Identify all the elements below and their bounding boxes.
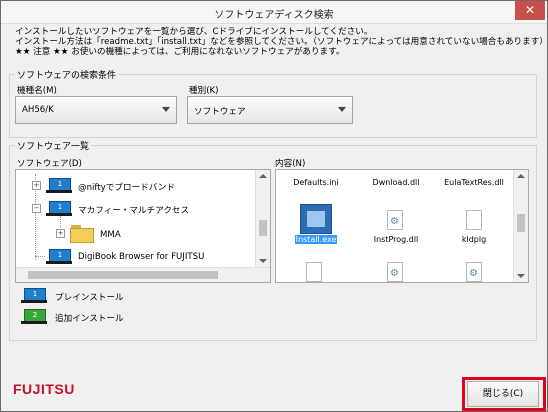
file-item[interactable]: EulaTextRes.dll bbox=[442, 178, 506, 187]
legend-preinstall: プレインストール bbox=[55, 293, 124, 303]
tree-item-label: @niftyでブロードバンド bbox=[78, 183, 175, 193]
search-condition-label: ソフトウェアの検索条件 bbox=[15, 68, 119, 81]
addinstall-laptop-icon: 2 bbox=[21, 309, 47, 325]
folder-icon bbox=[70, 225, 94, 243]
chevron-down-icon bbox=[162, 107, 170, 112]
instruction-line-1: インストールしたいソフトウェアを一覧から選び、Cドライブにインストールしてくださ… bbox=[15, 27, 373, 37]
content-label: 内容(N) bbox=[275, 159, 306, 169]
tree-item-label: MMA bbox=[100, 230, 121, 240]
preinstall-laptop-icon: 1 bbox=[46, 178, 72, 194]
expand-icon[interactable]: + bbox=[56, 229, 65, 238]
collapse-icon[interactable]: − bbox=[32, 204, 41, 213]
scroll-up-icon[interactable] bbox=[259, 174, 267, 178]
instructions: インストールしたいソフトウェアを一覧から選び、Cドライブにインストールしてくださ… bbox=[15, 27, 548, 57]
file-item[interactable]: InstProg.dll bbox=[364, 235, 428, 244]
file-item[interactable]: Defaults.ini bbox=[284, 178, 348, 187]
type-select[interactable]: ソフトウェア bbox=[187, 96, 353, 124]
scroll-down-icon[interactable] bbox=[517, 274, 525, 278]
title-bar: ソフトウェアディスク検索 ✕ bbox=[1, 1, 547, 24]
file-item[interactable]: kldplg bbox=[442, 235, 506, 244]
dll-file-icon: ⚙ bbox=[387, 262, 403, 282]
model-select[interactable]: AH56/K bbox=[15, 96, 177, 124]
type-label: 種別(K) bbox=[189, 86, 219, 96]
software-tree[interactable]: + 1 @niftyでブロードバンド − 1 マカフィー・マルチアクセス + M… bbox=[15, 169, 271, 283]
tree-item[interactable]: + 1 @niftyでブロードバンド bbox=[32, 177, 252, 195]
legend-addinstall: 追加インストール bbox=[55, 314, 124, 324]
file-item[interactable]: Dwnload.dll bbox=[364, 178, 428, 187]
preinstall-laptop-icon: 1 bbox=[46, 201, 72, 217]
preinstall-laptop-icon: 1 bbox=[46, 249, 72, 265]
tree-item[interactable]: 1 DigiBook Browser for FUJITSU bbox=[32, 248, 252, 266]
h-scroll-thumb[interactable] bbox=[28, 271, 218, 279]
expand-icon[interactable]: + bbox=[32, 181, 41, 190]
exe-file-icon bbox=[300, 204, 332, 234]
tree-vertical-scrollbar[interactable] bbox=[255, 170, 270, 267]
file-icon bbox=[306, 262, 322, 282]
dll-file-icon: ⚙ bbox=[466, 262, 482, 282]
instruction-line-3: ★★ 注意 ★★ お使いの機種によっては、ご利用になれないソフトウェアがあります… bbox=[15, 47, 345, 57]
tree-item-label: DigiBook Browser for FUJITSU bbox=[78, 252, 205, 262]
tree-horizontal-scrollbar[interactable] bbox=[16, 267, 270, 282]
window-title: ソフトウェアディスク検索 bbox=[214, 10, 334, 21]
software-list-label: ソフトウェア一覧 bbox=[15, 139, 92, 152]
software-tree-label: ソフトウェア(D) bbox=[17, 159, 82, 169]
fujitsu-logo: FUJITSU bbox=[13, 381, 75, 397]
chevron-down-icon bbox=[338, 107, 346, 112]
file-item-selected[interactable]: Install.exe bbox=[284, 235, 348, 244]
file-icon bbox=[466, 210, 482, 230]
tree-item[interactable]: + MMA bbox=[56, 224, 236, 244]
close-window-icon[interactable]: ✕ bbox=[515, 1, 545, 20]
model-select-value: AH56/K bbox=[22, 105, 54, 115]
type-select-value: ソフトウェア bbox=[194, 107, 246, 117]
scroll-thumb[interactable] bbox=[517, 214, 525, 232]
dll-file-icon: ⚙ bbox=[387, 210, 403, 230]
close-button[interactable]: 閉じる(C) bbox=[467, 381, 539, 407]
content-file-view[interactable]: Defaults.ini Dwnload.dll EulaTextRes.dll… bbox=[275, 169, 529, 283]
scroll-thumb[interactable] bbox=[259, 220, 267, 236]
instruction-line-2: インストール方法は「readme.txt」「install.txt」などを参照し… bbox=[15, 37, 548, 47]
scroll-down-icon[interactable] bbox=[259, 259, 267, 263]
scroll-up-icon[interactable] bbox=[517, 174, 525, 178]
preinstall-laptop-icon: 1 bbox=[21, 288, 47, 304]
tree-item-label: マカフィー・マルチアクセス bbox=[78, 206, 190, 216]
window: ソフトウェアディスク検索 ✕ インストールしたいソフトウェアを一覧から選び、Cド… bbox=[0, 0, 548, 412]
model-label: 機種名(M) bbox=[17, 86, 57, 96]
content-vertical-scrollbar[interactable] bbox=[513, 170, 528, 282]
tree-item[interactable]: − 1 マカフィー・マルチアクセス bbox=[32, 200, 252, 218]
